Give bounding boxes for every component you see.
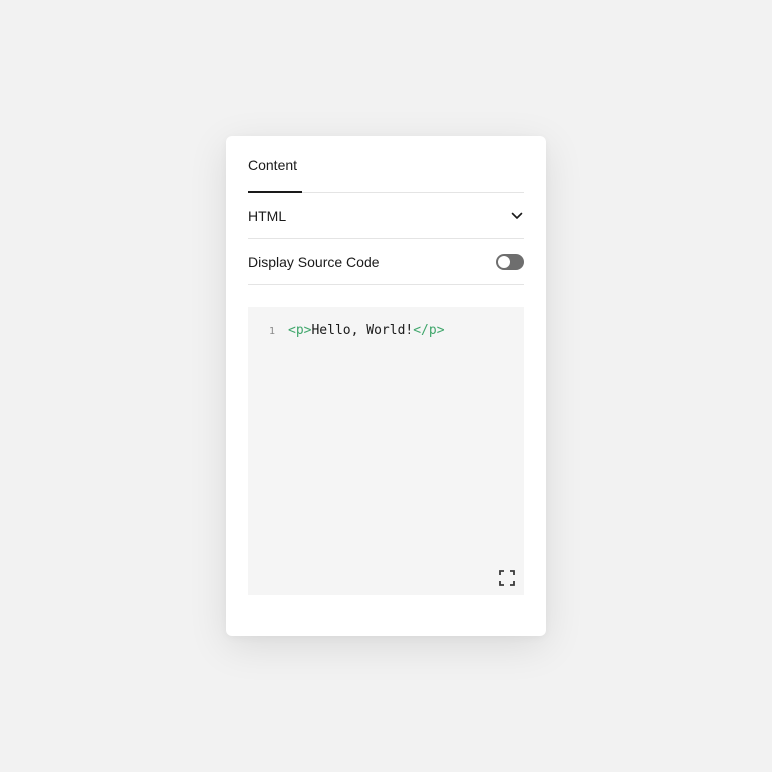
active-tab-indicator bbox=[248, 191, 302, 193]
code-editor[interactable]: 1 <p>Hello, World!</p> bbox=[248, 307, 524, 595]
code-close-tag: </p> bbox=[413, 323, 445, 338]
display-source-code-toggle[interactable] bbox=[496, 253, 524, 270]
tab-content-label: Content bbox=[248, 157, 298, 173]
language-select[interactable]: HTML bbox=[248, 193, 524, 239]
code-line: 1 <p>Hello, World!</p> bbox=[248, 323, 445, 340]
code-content: <p>Hello, World!</p> bbox=[288, 323, 445, 339]
tab-content[interactable]: Content bbox=[248, 157, 302, 193]
code-text: Hello, World! bbox=[311, 323, 414, 338]
tab-bar: Content bbox=[248, 136, 524, 193]
expand-icon[interactable] bbox=[498, 569, 516, 587]
language-select-value: HTML bbox=[248, 207, 287, 224]
toggle-knob bbox=[498, 255, 510, 268]
line-number: 1 bbox=[268, 326, 275, 337]
content-panel: Content HTML Display Source Code 1 <p>He… bbox=[226, 136, 546, 636]
display-source-code-row: Display Source Code bbox=[248, 239, 524, 285]
chevron-down-icon bbox=[510, 209, 524, 223]
display-source-code-label: Display Source Code bbox=[248, 253, 380, 270]
code-open-tag: <p> bbox=[288, 323, 312, 338]
